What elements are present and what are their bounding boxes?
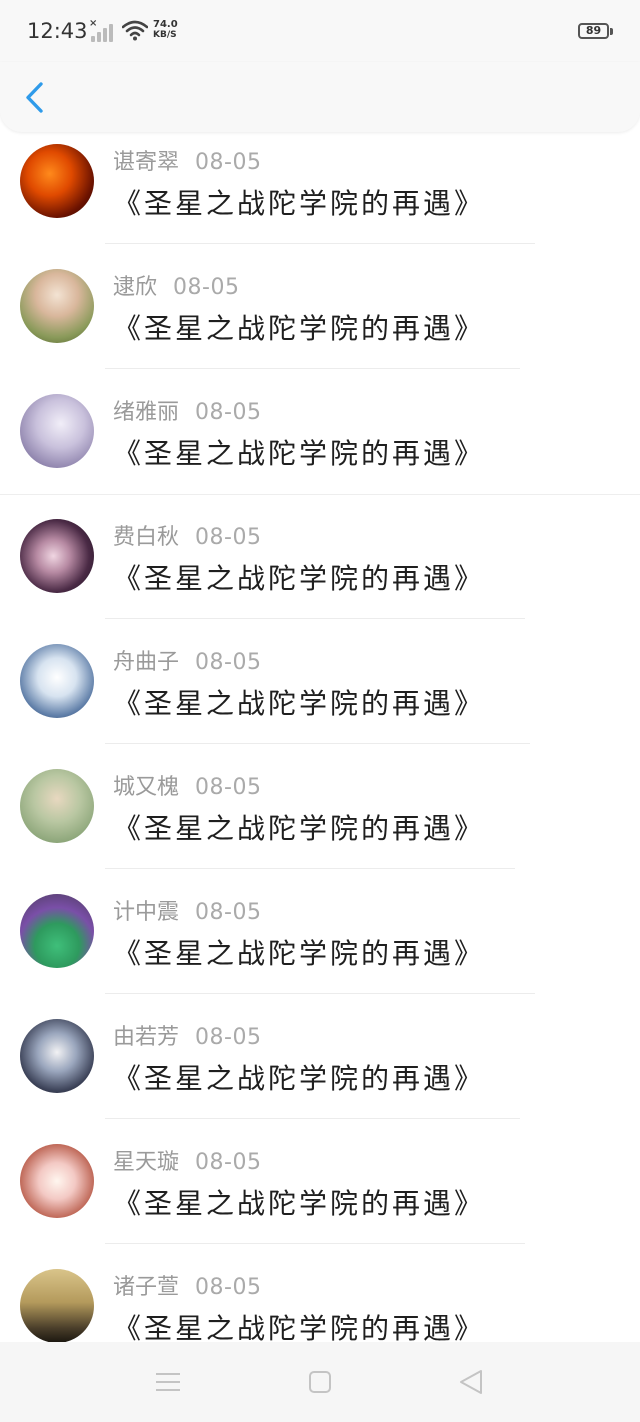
comment-title[interactable]: 《圣星之战陀学院的再遇》 [113, 932, 485, 972]
avatar[interactable] [20, 144, 94, 218]
list-item[interactable]: 费白秋 08-05 《圣星之战陀学院的再遇》 [0, 507, 640, 632]
comment-meta: 舟曲子 08-05 [113, 644, 261, 676]
list-item[interactable]: 舟曲子 08-05 《圣星之战陀学院的再遇》 [0, 632, 640, 757]
section-divider [0, 494, 640, 495]
comment-title[interactable]: 《圣星之战陀学院的再遇》 [113, 307, 485, 347]
avatar[interactable] [20, 394, 94, 468]
comment-title[interactable]: 《圣星之战陀学院的再遇》 [113, 807, 485, 847]
back-nav-button[interactable] [455, 1366, 487, 1398]
list-item[interactable]: 绪雅丽 08-05 《圣星之战陀学院的再遇》 [0, 382, 640, 507]
user-name[interactable]: 费白秋 [113, 525, 179, 550]
divider [105, 1243, 525, 1244]
comment-date: 08-05 [173, 275, 240, 300]
speed-value: 74.0 [153, 19, 178, 30]
user-name[interactable]: 计中震 [113, 900, 179, 925]
comment-title[interactable]: 《圣星之战陀学院的再遇》 [113, 682, 485, 722]
avatar[interactable] [20, 1144, 94, 1218]
avatar[interactable] [20, 269, 94, 343]
user-name[interactable]: 绪雅丽 [113, 400, 179, 425]
user-name[interactable]: 舟曲子 [113, 650, 179, 675]
speed-unit: KB/S [153, 30, 177, 40]
divider [105, 868, 515, 869]
comment-title[interactable]: 《圣星之战陀学院的再遇》 [113, 182, 485, 222]
battery-icon: 89 [578, 23, 609, 39]
comment-meta: 星天璇 08-05 [113, 1144, 261, 1176]
system-nav-bar [0, 1342, 640, 1422]
comment-meta: 诸子萱 08-05 [113, 1269, 261, 1301]
comment-date: 08-05 [195, 1275, 262, 1300]
user-name[interactable]: 诸子萱 [113, 1275, 179, 1300]
comment-date: 08-05 [195, 525, 262, 550]
avatar[interactable] [20, 1269, 94, 1342]
comment-meta: 逮欣 08-05 [113, 269, 239, 301]
list-item[interactable]: 计中震 08-05 《圣星之战陀学院的再遇》 [0, 882, 640, 1007]
user-name[interactable]: 谌寄翠 [113, 150, 179, 175]
back-button[interactable] [18, 78, 54, 118]
signal-icon [91, 24, 117, 42]
battery-tip [610, 28, 613, 35]
network-speed: 74.0 KB/S [153, 19, 178, 41]
comment-meta: 绪雅丽 08-05 [113, 394, 261, 426]
home-button[interactable] [304, 1366, 336, 1398]
avatar[interactable] [20, 1019, 94, 1093]
comment-title[interactable]: 《圣星之战陀学院的再遇》 [113, 1307, 485, 1342]
avatar[interactable] [20, 519, 94, 593]
user-name[interactable]: 城又槐 [113, 775, 179, 800]
avatar[interactable] [20, 894, 94, 968]
comment-title[interactable]: 《圣星之战陀学院的再遇》 [113, 557, 485, 597]
comment-date: 08-05 [195, 1025, 262, 1050]
comment-title[interactable]: 《圣星之战陀学院的再遇》 [113, 1182, 485, 1222]
battery-level: 89 [585, 24, 602, 37]
status-time: 12:43 [27, 19, 88, 43]
list-item[interactable]: 谌寄翠 08-05 《圣星之战陀学院的再遇》 [0, 132, 640, 257]
avatar[interactable] [20, 644, 94, 718]
divider [105, 993, 535, 994]
back-triangle-icon [460, 1370, 482, 1394]
comment-title[interactable]: 《圣星之战陀学院的再遇》 [113, 1057, 485, 1097]
comment-meta: 谌寄翠 08-05 [113, 144, 261, 176]
menu-icon [156, 1373, 180, 1391]
status-bar: 12:43 × 74.0 KB/S 89 [0, 0, 640, 62]
list-item[interactable]: 城又槐 08-05 《圣星之战陀学院的再遇》 [0, 757, 640, 882]
avatar[interactable] [20, 769, 94, 843]
list-item[interactable]: 诸子萱 08-05 《圣星之战陀学院的再遇》 [0, 1257, 640, 1342]
user-name[interactable]: 由若芳 [113, 1025, 179, 1050]
comment-list[interactable]: 谌寄翠 08-05 《圣星之战陀学院的再遇》 逮欣 08-05 《圣星之战陀学院的再… [0, 132, 640, 1342]
comment-title[interactable]: 《圣星之战陀学院的再遇》 [113, 432, 485, 472]
comment-meta: 由若芳 08-05 [113, 1019, 261, 1051]
list-item[interactable]: 逮欣 08-05 《圣星之战陀学院的再遇》 [0, 257, 640, 382]
user-name[interactable]: 逮欣 [113, 275, 157, 300]
comment-date: 08-05 [195, 1150, 262, 1175]
chevron-left-icon [26, 82, 43, 113]
menu-button[interactable] [152, 1366, 184, 1398]
divider [105, 243, 535, 244]
user-name[interactable]: 星天璇 [113, 1150, 179, 1175]
comment-meta: 城又槐 08-05 [113, 769, 261, 801]
comment-date: 08-05 [195, 400, 262, 425]
home-square-icon [309, 1371, 331, 1393]
app-header [0, 62, 640, 132]
comment-date: 08-05 [195, 775, 262, 800]
comment-date: 08-05 [195, 150, 262, 175]
divider [105, 743, 530, 744]
comment-date: 08-05 [195, 900, 262, 925]
list-item[interactable]: 由若芳 08-05 《圣星之战陀学院的再遇》 [0, 1007, 640, 1132]
comment-date: 08-05 [195, 650, 262, 675]
divider [105, 618, 525, 619]
wifi-icon [122, 20, 148, 41]
divider [105, 368, 520, 369]
comment-meta: 费白秋 08-05 [113, 519, 261, 551]
comment-meta: 计中震 08-05 [113, 894, 261, 926]
divider [105, 1118, 520, 1119]
list-item[interactable]: 星天璇 08-05 《圣星之战陀学院的再遇》 [0, 1132, 640, 1257]
